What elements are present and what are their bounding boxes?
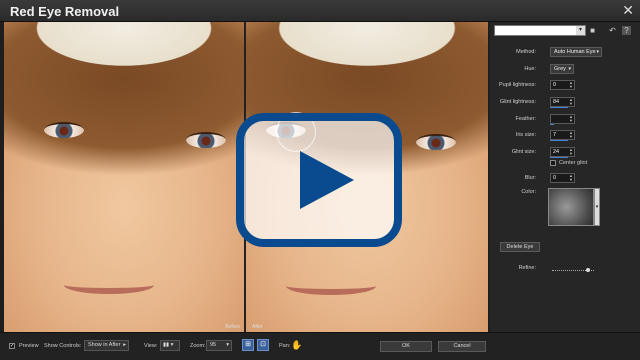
settings-panel: ▾ ■ ↶ ? Method: Auto Human Eye ▾ Hue: Gr… [490, 22, 640, 332]
spinner-arrows-icon[interactable]: ▲ ▼ [568, 81, 574, 89]
zoom-label: Zoom: [190, 343, 206, 349]
glint-lightness-slider[interactable] [550, 107, 568, 108]
zoom-fit-icon[interactable]: ⊞ [242, 339, 254, 351]
close-icon[interactable]: ✕ [622, 3, 634, 17]
method-row: Method: Auto Human Eye ▾ [490, 47, 640, 59]
chevron-down-icon[interactable]: ▾ [576, 26, 585, 35]
save-preset-icon[interactable]: ■ [588, 26, 597, 35]
feather-label: Feather: [515, 116, 536, 122]
slider-thumb[interactable] [586, 268, 590, 272]
method-dropdown[interactable]: Auto Human Eye ▾ [550, 47, 602, 57]
blur-label: Blur: [524, 175, 536, 181]
spinner-arrows-icon[interactable]: ▲ ▼ [568, 131, 574, 139]
right-eye[interactable] [416, 134, 456, 150]
right-eye[interactable] [186, 132, 226, 148]
pan-label: Pan: [279, 343, 291, 349]
iris-size-label: Iris size: [515, 132, 536, 138]
center-glint-checkbox[interactable] [550, 160, 556, 166]
preset-dropdown[interactable]: ▾ [494, 25, 586, 36]
mouth [64, 276, 154, 294]
ok-button[interactable]: OK [380, 341, 432, 352]
left-eye[interactable] [44, 122, 84, 138]
glint-size-label: Glint size: [511, 149, 536, 155]
zoom-actual-icon[interactable]: ⊡ [257, 339, 269, 351]
preview-label: Preview [19, 343, 39, 349]
method-value: Auto Human Eye [554, 49, 596, 55]
iris-size-input[interactable]: 7 ▲ ▼ [550, 130, 575, 140]
blur-value: 0 [553, 175, 557, 181]
blur-row: Blur: 0 ▲ ▼ [490, 173, 640, 185]
blur-input[interactable]: 0 ▲ ▼ [550, 173, 575, 183]
chevron-down-icon: ▾ [596, 49, 599, 55]
show-controls-value: Show in After [88, 342, 121, 348]
color-swatch[interactable] [548, 188, 594, 226]
pupil-lightness-label: Pupil lightness: [499, 82, 536, 88]
hue-dropdown[interactable]: Grey ▾ [550, 64, 574, 74]
pupil-lightness-value: 0 [553, 82, 557, 88]
bottom-toolbar: ✓ Preview Show Controls: Show in After ▸… [0, 332, 640, 360]
title-bar: Red Eye Removal ✕ [0, 0, 640, 22]
iris-size-slider[interactable] [550, 140, 568, 141]
pupil-lightness-row: Pupil lightness: 0 ▲ ▼ [490, 80, 640, 92]
hand-icon[interactable]: ✋ [291, 340, 302, 351]
iris-size-row: Iris size: 7 ▲ ▼ [490, 130, 640, 142]
hue-value: Grey [554, 66, 566, 72]
center-glint-label: Center glint [559, 160, 588, 166]
glint-size-row: Glint size: 24 ▲ ▼ [490, 147, 640, 159]
play-video-icon[interactable] [236, 113, 402, 247]
glint-lightness-value: 84 [553, 99, 560, 105]
window-title: Red Eye Removal [10, 4, 120, 19]
show-controls-label: Show Controls: [44, 343, 82, 349]
spinner-arrows-icon[interactable]: ▲ ▼ [568, 115, 574, 123]
refine-slider[interactable] [552, 268, 594, 274]
after-label: After [252, 324, 263, 330]
glint-size-input[interactable]: 24 ▲ ▼ [550, 147, 575, 157]
show-controls-dropdown[interactable]: Show in After ▸ [84, 340, 129, 351]
pupil-lightness-input[interactable]: 0 ▲ ▼ [550, 80, 575, 90]
spinner-arrows-icon[interactable]: ▲ ▼ [568, 98, 574, 106]
chevron-down-icon: ▾ [568, 66, 571, 72]
feather-input[interactable]: ▲ ▼ [550, 114, 575, 124]
reset-icon[interactable]: ↶ [608, 26, 617, 35]
center-glint-row: Center glint [490, 159, 640, 171]
view-label: View: [144, 343, 158, 349]
view-split-button[interactable]: ▮▮ ▾ [160, 340, 180, 351]
feather-slider[interactable] [550, 124, 554, 125]
zoom-input[interactable]: 95 ▾ [206, 340, 232, 351]
before-label: Before [225, 324, 240, 330]
iris-size-value: 7 [553, 132, 557, 138]
refine-label: Refine: [518, 265, 536, 271]
zoom-value: 95 [210, 342, 217, 348]
cancel-button[interactable]: Cancel [438, 341, 486, 352]
glint-lightness-label: Glint lightness: [499, 99, 536, 105]
glint-lightness-row: Glint lightness: 84 ▲ ▼ [490, 97, 640, 109]
before-pane[interactable] [4, 22, 244, 332]
chevron-right-icon: ▸ [123, 342, 126, 348]
mouth [286, 277, 376, 295]
hue-label: Hue: [524, 66, 536, 72]
spinner-arrows-icon[interactable]: ▲ ▼ [568, 174, 574, 182]
split-view-icon: ▮▮ ▾ [163, 342, 174, 348]
glint-lightness-input[interactable]: 84 ▲ ▼ [550, 97, 575, 107]
delete-eye-button[interactable]: Delete Eye [500, 242, 540, 252]
glint-size-value: 24 [553, 149, 560, 155]
help-icon[interactable]: ? [622, 26, 631, 35]
feather-row: Feather: ▲ ▼ [490, 114, 640, 126]
method-label: Method: [516, 49, 536, 55]
spinner-arrows-icon[interactable]: ▲ ▼ [568, 148, 574, 156]
preview-checkbox[interactable]: ✓ [9, 343, 15, 349]
glint-size-slider[interactable] [550, 157, 568, 158]
color-label: Color: [521, 189, 536, 195]
chevron-down-icon[interactable]: ▾ [594, 188, 600, 226]
chevron-down-icon: ▾ [226, 342, 229, 348]
hue-row: Hue: Grey ▾ [490, 64, 640, 76]
